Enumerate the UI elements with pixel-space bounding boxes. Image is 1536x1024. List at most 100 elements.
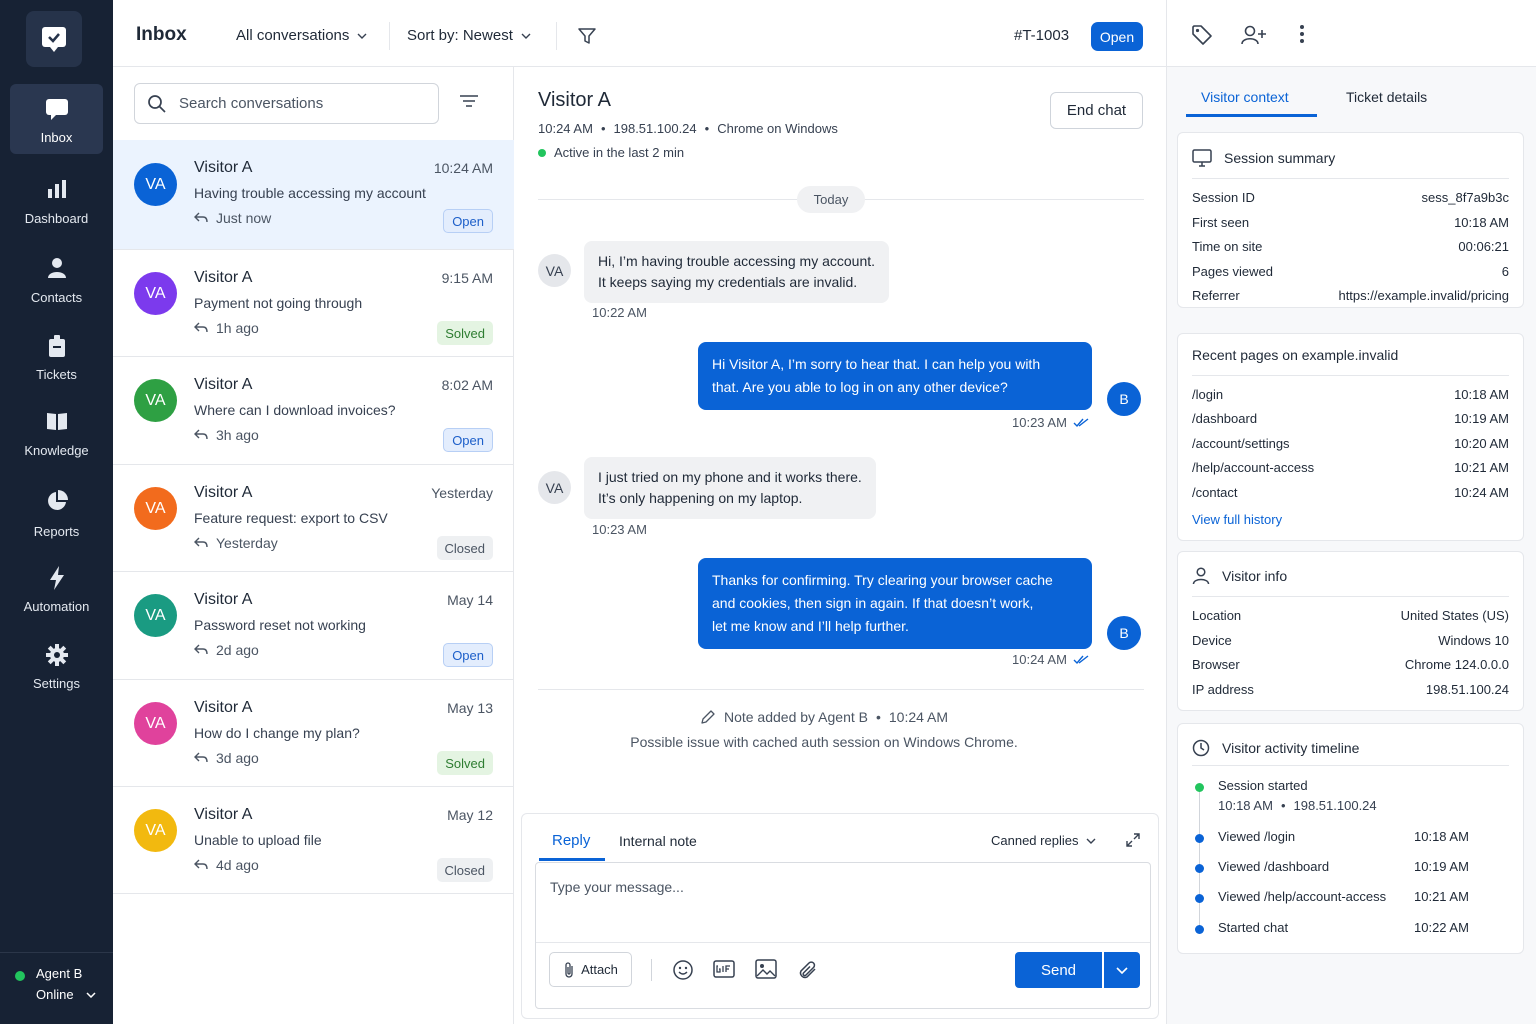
status-badge: Closed <box>436 536 493 560</box>
conversation-time: 8:02 AM <box>441 377 493 393</box>
row-value: United States (US) <box>1400 608 1509 623</box>
conversation-preview: Feature request: export to CSV <box>194 510 388 526</box>
reply-composer: Reply Internal note Canned replies Attac… <box>521 813 1159 1019</box>
page-title: Inbox <box>136 24 187 45</box>
nav-item-tickets[interactable]: Tickets <box>10 329 103 389</box>
attach-button[interactable]: Attach <box>549 952 632 987</box>
internal-note-header: Note added by Agent B • 10:24 AM <box>514 709 1134 725</box>
expand-composer-button[interactable] <box>1126 833 1140 847</box>
avatar: VA <box>134 702 177 745</box>
tag-icon <box>1192 25 1212 45</box>
nav-item-contacts[interactable]: Contacts <box>10 251 103 311</box>
emoji-button[interactable] <box>672 959 694 981</box>
row-label: IP address <box>1192 682 1254 697</box>
tab-reply[interactable]: Reply <box>552 832 590 849</box>
conversation-item[interactable]: VA Visitor A May 14 Password reset not work… <box>113 572 514 680</box>
app-logo[interactable] <box>26 11 82 67</box>
nav-item-settings[interactable]: Settings <box>10 638 103 698</box>
person-outline-icon <box>1192 567 1210 585</box>
session-row: Referrer https://example.invalid/pricing <box>1192 288 1509 303</box>
message-line: and cookies, then sign in again. If that… <box>712 595 1034 611</box>
agent-avatar: B <box>1107 616 1141 650</box>
nav-label: Reports <box>33 524 80 539</box>
visitor-avatar: VA <box>538 254 571 287</box>
page-time: 10:20 AM <box>1454 436 1509 451</box>
card-header: Session summary <box>1192 149 1335 167</box>
paperclip-icon <box>565 961 573 978</box>
agent-status[interactable]: Agent B Online <box>0 952 113 1024</box>
chevron-down-icon <box>1116 966 1128 974</box>
timeline-event: Started chat <box>1218 920 1289 935</box>
row-value: Chrome 124.0.0.0 <box>1404 657 1509 672</box>
status-badge: Closed <box>436 858 493 882</box>
visitor-info-card: Visitor info Location United States (US) … <box>1177 551 1524 711</box>
conversation-last-activity: Just now <box>194 210 271 226</box>
monitor-icon <box>1192 149 1212 167</box>
more-options-button[interactable] <box>1299 24 1305 44</box>
list-filter-button[interactable] <box>459 93 479 109</box>
divider <box>1192 178 1509 179</box>
conversation-filter-dropdown[interactable]: All conversations <box>236 27 367 44</box>
conversation-name: Visitor A <box>194 591 253 608</box>
conversation-item[interactable]: VA Visitor A 9:15 AM Payment not going thro… <box>113 250 514 357</box>
meta-separator: • <box>704 121 710 136</box>
gif-button[interactable] <box>713 959 735 979</box>
view-full-history-link[interactable]: View full history <box>1192 512 1282 527</box>
divider <box>556 22 557 50</box>
nav-item-dashboard[interactable]: Dashboard <box>10 172 103 232</box>
row-label: Session ID <box>1192 190 1255 205</box>
reply-arrow-icon <box>194 859 208 870</box>
conversation-item[interactable]: VA Visitor A May 12 Unable to upload file 4d… <box>113 787 514 894</box>
emoji-icon <box>673 960 693 980</box>
conversation-name: Visitor A <box>194 159 253 176</box>
meta-separator: • <box>600 121 606 136</box>
divider <box>651 959 652 981</box>
reply-arrow-icon <box>194 752 208 763</box>
end-chat-button[interactable]: End chat <box>1050 92 1143 129</box>
conversation-item[interactable]: VA Visitor A 10:24 AM Having trouble access… <box>113 140 514 250</box>
timeline-time: 10:19 AM <box>1414 859 1469 874</box>
gear-icon <box>45 644 68 666</box>
recent-pages-card: Recent pages on example.invalid /login 10… <box>1177 333 1524 541</box>
tag-button[interactable] <box>1191 24 1213 46</box>
assign-user-button[interactable] <box>1241 24 1267 46</box>
search-input[interactable] <box>179 95 419 112</box>
send-button[interactable]: Send <box>1015 952 1102 988</box>
session-row: Pages viewed 6 <box>1192 264 1509 279</box>
conversation-item[interactable]: VA Visitor A Yesterday Feature request: exp… <box>113 465 514 572</box>
canned-replies-label: Canned replies <box>991 833 1079 848</box>
file-attach-button[interactable] <box>797 959 819 981</box>
image-button[interactable] <box>755 959 777 979</box>
active-dot <box>538 148 546 157</box>
row-label: Location <box>1192 608 1242 623</box>
ticket-status-badge[interactable]: Open <box>1091 22 1143 51</box>
timeline-time: 10:18 AM <box>1414 829 1469 844</box>
agent-status-dropdown[interactable]: Online <box>36 987 96 1002</box>
search-box[interactable] <box>134 83 439 124</box>
conversation-item[interactable]: VA Visitor A May 13 How do I change my plan… <box>113 680 514 787</box>
agent-avatar: B <box>1107 382 1141 416</box>
tab-visitor-context[interactable]: Visitor context <box>1201 89 1289 105</box>
nav-item-knowledge[interactable]: Knowledge <box>10 404 103 464</box>
nav-item-reports[interactable]: Reports <box>10 484 103 544</box>
tab-internal-note[interactable]: Internal note <box>619 833 697 849</box>
conversation-last-activity: 2d ago <box>194 642 259 658</box>
nav-label: Contacts <box>30 290 83 305</box>
filter-button[interactable] <box>577 27 597 45</box>
tab-ticket-details[interactable]: Ticket details <box>1346 89 1427 105</box>
sort-dropdown[interactable]: Sort by: Newest <box>407 27 531 44</box>
divider <box>536 942 1150 943</box>
conversation-item[interactable]: VA Visitor A 8:02 AM Where can I download i… <box>113 357 514 465</box>
timeline-subtitle: 10:18 AM • 198.51.100.24 <box>1218 798 1377 813</box>
page-time: 10:21 AM <box>1454 460 1509 475</box>
timeline-start-time: 10:18 AM <box>1218 798 1273 813</box>
send-options-button[interactable] <box>1104 952 1140 988</box>
pie-chart-icon <box>47 490 68 510</box>
nav-item-inbox[interactable]: Inbox <box>10 84 103 154</box>
nav-item-automation[interactable]: Automation <box>10 561 103 621</box>
message-input[interactable] <box>550 879 1130 919</box>
canned-replies-dropdown[interactable]: Canned replies <box>991 833 1096 848</box>
session-row: First seen 10:18 AM <box>1192 215 1509 230</box>
row-value: 10:18 AM <box>1454 215 1509 230</box>
reply-arrow-icon <box>194 429 208 440</box>
